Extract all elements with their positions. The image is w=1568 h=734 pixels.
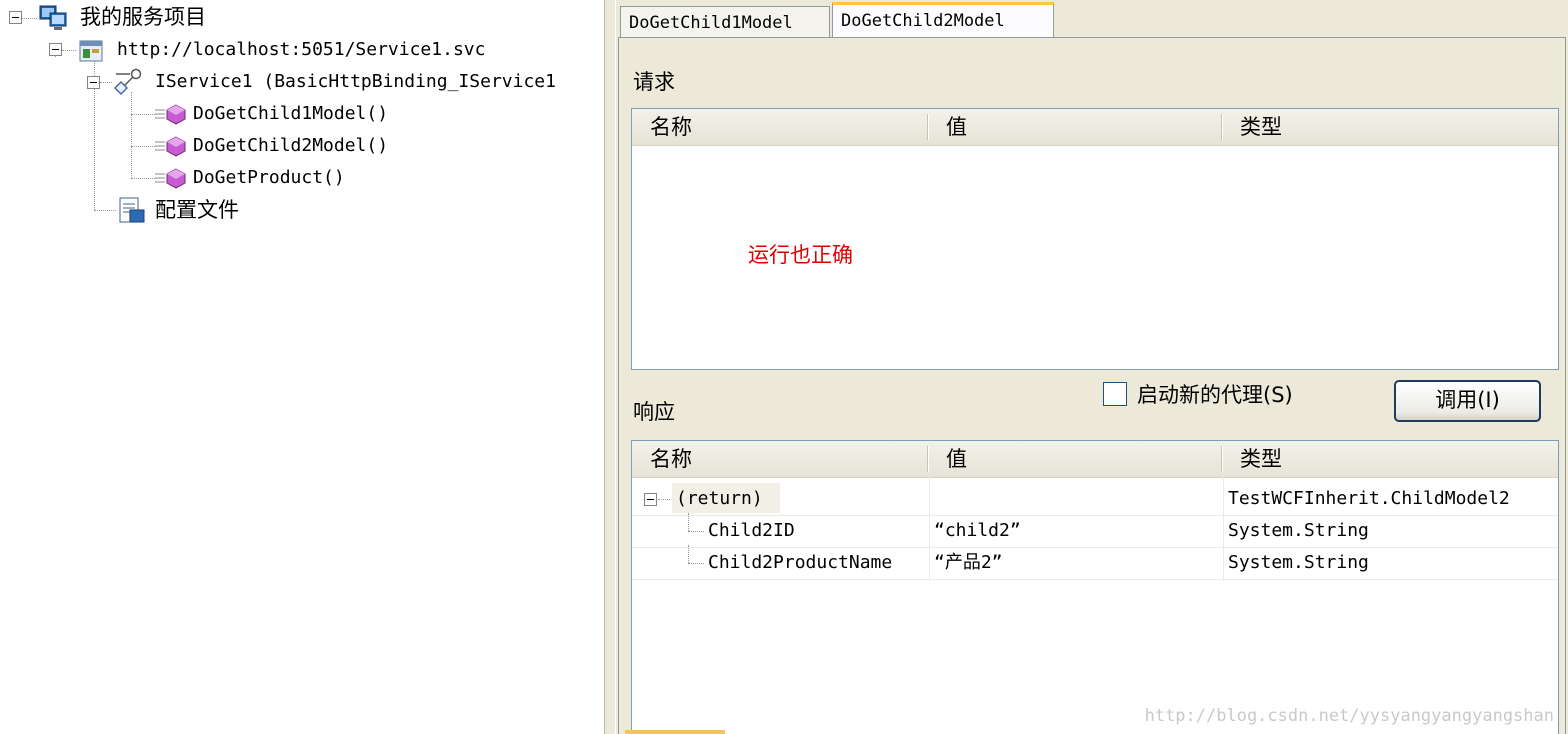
service-endpoint-icon: [79, 40, 103, 62]
column-header-name[interactable]: 名称: [632, 441, 928, 477]
method-tabs: DoGetChild1Model DoGetChild2Model: [616, 0, 1568, 38]
pane-splitter[interactable]: [604, 0, 616, 734]
config-file-icon: [119, 197, 145, 223]
collapse-root-toggle[interactable]: [9, 11, 22, 24]
collapse-return-toggle[interactable]: [644, 493, 657, 506]
request-grid-header: 名称 值 类型: [632, 109, 1558, 146]
column-header-value[interactable]: 值: [928, 441, 1222, 477]
tree-connector: [688, 545, 689, 563]
service-url-label[interactable]: http://localhost:5051/Service1.svc: [117, 36, 485, 64]
tree-connector: [658, 499, 670, 500]
row-type: System.String: [1228, 552, 1369, 573]
method-item[interactable]: DoGetChild2Model(): [193, 132, 388, 160]
wcf-test-client-window: 我的服务项目 http://localhost:5051/Service1.sv…: [0, 0, 1568, 734]
service-project-icon: [39, 5, 67, 30]
tab-dogetchild1model[interactable]: DoGetChild1Model: [620, 6, 830, 38]
contract-label[interactable]: IService1 (BasicHttpBinding_IService1: [155, 68, 556, 96]
row-type: TestWCFInherit.ChildModel2: [1228, 488, 1510, 509]
row-value[interactable]: “child2”: [934, 515, 1021, 547]
tree-connector: [21, 18, 37, 19]
column-header-value[interactable]: 值: [928, 109, 1222, 145]
column-header-type[interactable]: 类型: [1222, 441, 1556, 477]
response-grid[interactable]: 名称 值 类型 (return) TestWCFInherit.ChildMod…: [631, 440, 1559, 734]
table-row[interactable]: Child2ProductName “产品2” System.String: [632, 545, 1558, 580]
annotation-note: 运行也正确: [748, 243, 853, 267]
scrollbar-thumb[interactable]: [625, 730, 725, 734]
column-header-type[interactable]: 类型: [1222, 109, 1556, 145]
tree-connector: [131, 178, 155, 179]
tree-connector: [100, 82, 112, 83]
tree-connector: [688, 563, 704, 564]
start-new-proxy-checkbox[interactable]: [1103, 382, 1127, 406]
tab-dogetchild2model[interactable]: DoGetChild2Model: [832, 2, 1054, 38]
tree-connector: [688, 531, 704, 532]
row-name: (return): [676, 488, 763, 509]
row-type: System.String: [1228, 520, 1369, 541]
tree-root-label[interactable]: 我的服务项目: [80, 3, 206, 31]
collapse-contract-toggle[interactable]: [87, 76, 100, 89]
config-file-label[interactable]: 配置文件: [155, 196, 239, 224]
method-icon: [155, 104, 186, 125]
start-new-proxy-label[interactable]: 启动新的代理(S): [1137, 379, 1293, 409]
column-header-name[interactable]: 名称: [632, 109, 928, 145]
method-icon: [155, 168, 186, 189]
service-tree: 我的服务项目 http://localhost:5051/Service1.sv…: [0, 0, 604, 734]
tree-connector: [688, 513, 689, 531]
row-name: Child2ID: [708, 520, 795, 541]
method-icon: [155, 136, 186, 157]
table-row[interactable]: Child2ID “child2” System.String: [632, 513, 1558, 548]
request-label: 请求: [633, 70, 675, 94]
row-value[interactable]: “产品2”: [934, 547, 1003, 579]
method-item[interactable]: DoGetChild1Model(): [193, 100, 388, 128]
table-row[interactable]: (return) TestWCFInherit.ChildModel2: [632, 483, 1558, 516]
row-name: Child2ProductName: [708, 552, 893, 573]
request-grid[interactable]: 名称 值 类型 运行也正确: [631, 108, 1559, 370]
tree-connector: [131, 146, 155, 147]
contract-interface-icon: [113, 68, 142, 96]
collapse-service-toggle[interactable]: [49, 43, 62, 56]
response-grid-header: 名称 值 类型: [632, 441, 1558, 478]
tree-connector: [131, 92, 132, 178]
watermark-url: http://blog.csdn.net/yysyangyangyangshan: [1144, 706, 1554, 726]
method-test-panel: DoGetChild1Model DoGetChild2Model 请求 名称 …: [616, 0, 1568, 734]
response-label: 响应: [633, 400, 675, 424]
method-item[interactable]: DoGetProduct(): [193, 164, 345, 192]
tree-connector: [62, 50, 76, 51]
tab-page: 请求 名称 值 类型 运行也正确 启动新的代理(S) 调用(I) 响应 名称 值…: [618, 37, 1566, 734]
tree-connector: [131, 114, 155, 115]
invoke-button[interactable]: 调用(I): [1394, 380, 1541, 422]
tree-connector: [94, 210, 116, 211]
